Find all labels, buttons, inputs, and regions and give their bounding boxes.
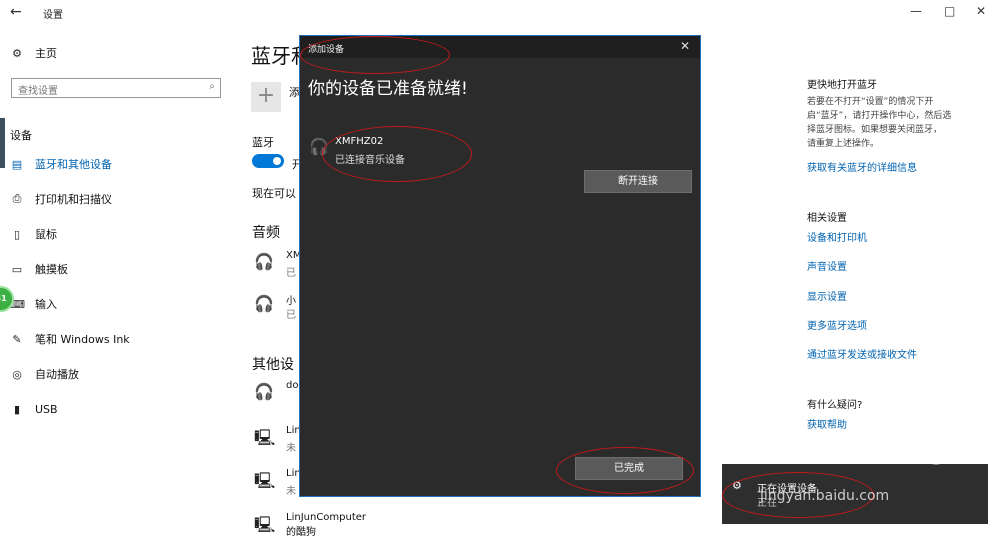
dialog-close-icon[interactable]: ✕ — [680, 39, 690, 53]
sidebar-section-devices: 设备 — [10, 129, 32, 142]
printer-icon: ⎙ — [12, 192, 22, 205]
computer-icon: 🖳 — [254, 428, 276, 447]
sidebar-item-typing[interactable]: ⌨ 输入 — [9, 294, 57, 314]
device-status: 未 — [286, 443, 296, 454]
bluetooth-label: 蓝牙 — [252, 136, 274, 149]
gear-icon: ⚙ — [12, 46, 22, 60]
sidebar-item-mouse[interactable]: ▯ 鼠标 — [10, 224, 57, 244]
disconnect-button[interactable]: 断开连接 — [584, 170, 692, 193]
sound-settings-link[interactable]: 声音设置 — [807, 258, 847, 273]
sidebar-item-autoplay[interactable]: ◎ 自动播放 — [10, 364, 79, 384]
annotation-ellipse — [300, 36, 450, 74]
sidebar-home[interactable]: ⚙ 主页 — [10, 43, 57, 63]
quick-open-line: 启“蓝牙”，请打开操作中心，然后选 — [807, 111, 952, 121]
device-name: 小 — [286, 296, 296, 307]
more-bluetooth-options-link[interactable]: 更多蓝牙选项 — [807, 317, 867, 332]
quick-open-line: 若要在不打开“设置”的情况下开 — [807, 97, 934, 107]
sidebar-item-bluetooth[interactable]: ▤ 蓝牙和其他设备 — [10, 154, 112, 174]
computer-icon: 🖳 — [254, 471, 276, 490]
other-devices-heading: 其他设 — [252, 357, 294, 373]
maximize-icon[interactable]: □ — [944, 4, 955, 18]
sidebar-item-pen[interactable]: ✎ 笔和 Windows Ink — [10, 329, 130, 349]
bluetooth-info-link[interactable]: 获取有关蓝牙的详细信息 — [807, 159, 917, 174]
pen-icon: ✎ — [12, 332, 22, 346]
devices-printers-link[interactable]: 设备和打印机 — [807, 229, 867, 244]
device-status: 已 — [286, 310, 296, 321]
send-receive-files-link[interactable]: 通过蓝牙发送或接收文件 — [807, 346, 917, 361]
bluetooth-devices-icon: ▤ — [11, 157, 23, 171]
usb-icon: ▮ — [13, 402, 21, 416]
display-settings-link[interactable]: 显示设置 — [807, 288, 847, 303]
search-box[interactable]: ⌕ — [11, 78, 221, 99]
sidebar-item-label: 输入 — [35, 298, 57, 311]
sidebar-item-printers[interactable]: ⎙ 打印机和扫描仪 — [10, 189, 112, 209]
sidebar-item-label: 自动播放 — [35, 368, 79, 381]
related-settings-heading: 相关设置 — [807, 213, 847, 224]
quick-open-line: 请重复上述操作。 — [807, 139, 880, 149]
add-device-dialog: 添加设备 ✕ 你的设备已准备就绪! 🎧 XMFHZ02 已连接音乐设备 断开连接… — [299, 35, 701, 497]
sidebar-item-label: 触摸板 — [35, 263, 68, 276]
quick-open-heading: 更快地打开蓝牙 — [807, 80, 877, 91]
sidebar-item-touchpad[interactable]: ▭ 触摸板 — [10, 259, 68, 279]
discoverable-text: 现在可以 — [252, 187, 296, 200]
touchpad-icon: ▭ — [11, 262, 23, 276]
minimize-icon[interactable]: — — [910, 4, 922, 18]
quick-open-line: 择蓝牙图标。如果想要关闭蓝牙， — [807, 125, 943, 135]
device-status: 未 — [286, 486, 296, 497]
mouse-icon: ▯ — [13, 227, 21, 241]
sidebar-item-label: 笔和 Windows Ink — [35, 333, 130, 346]
watermark-url: jingyan.baidu.com — [760, 488, 890, 504]
close-icon[interactable]: ✕ — [976, 4, 986, 18]
device-status: 已 — [286, 268, 296, 279]
sidebar-item-label: 蓝牙和其他设备 — [35, 158, 112, 171]
search-input[interactable] — [12, 84, 204, 99]
quick-open-text: 若要在不打开“设置”的情况下开 启“蓝牙”，请打开操作中心，然后选 择蓝牙图标。… — [807, 95, 992, 151]
sidebar-item-label: 打印机和扫描仪 — [35, 193, 112, 206]
question-heading: 有什么疑问? — [807, 400, 863, 411]
sidebar-item-label: USB — [35, 402, 58, 416]
computer-icon: 🖳 — [254, 515, 276, 534]
bluetooth-toggle[interactable] — [252, 154, 284, 168]
audio-heading: 音频 — [252, 225, 280, 241]
device-name: LinJunComputer的酷狗 — [286, 512, 367, 538]
sidebar-item-label: 鼠标 — [35, 228, 57, 241]
headphones-icon: 🎧 — [254, 382, 274, 401]
active-indicator — [0, 118, 5, 168]
device-name: do — [286, 380, 299, 391]
headphones-icon: 🎧 — [254, 252, 274, 271]
annotation-ellipse — [556, 447, 694, 494]
annotation-ellipse — [322, 126, 472, 182]
sidebar-home-label: 主页 — [35, 47, 57, 60]
sidebar-item-usb[interactable]: ▮ USB — [10, 399, 58, 419]
dialog-heading: 你的设备已准备就绪! — [308, 79, 468, 99]
search-icon[interactable]: ⌕ — [209, 81, 215, 92]
window-title: 设置 — [43, 10, 63, 21]
add-device-button[interactable]: + — [251, 82, 281, 112]
autoplay-icon: ◎ — [12, 367, 22, 381]
headphones-icon: 🎧 — [254, 294, 274, 313]
back-arrow-icon[interactable]: ← — [10, 4, 22, 20]
watermark-logo: Baidu经验 — [770, 429, 965, 470]
title-bar: ← 设置 — □ ✕ — [0, 0, 1000, 24]
